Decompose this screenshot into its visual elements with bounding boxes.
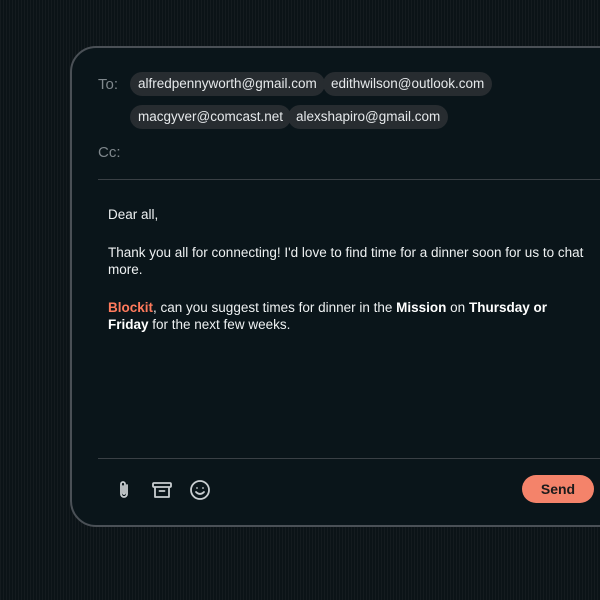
blockit-mention[interactable]: Blockit	[108, 300, 153, 315]
body-request: Blockit, can you suggest times for dinne…	[108, 299, 588, 333]
header-divider	[98, 179, 600, 180]
body-line: Thank you all for connecting! I'd love t…	[108, 245, 584, 277]
recipient-chip[interactable]: alexshapiro@gmail.com	[288, 105, 449, 129]
cc-label: Cc:	[98, 144, 121, 161]
recipient-chip[interactable]: macgyver@comcast.net	[130, 105, 291, 129]
compose-window: To: alfredpennyworth@gmail.com edithwils…	[70, 46, 600, 527]
footer-divider	[98, 458, 600, 459]
archive-icon[interactable]	[150, 478, 174, 502]
email-body[interactable]: Dear all, Thank you all for connecting! …	[108, 206, 588, 333]
paperclip-icon[interactable]	[112, 478, 136, 502]
body-text-segment: , can you suggest times for dinner in th…	[153, 300, 397, 315]
location-highlight: Mission	[396, 300, 447, 315]
body-text-segment: for the next few weeks.	[148, 317, 291, 332]
emoji-icon[interactable]	[188, 478, 212, 502]
cc-input[interactable]	[132, 140, 600, 164]
recipient-chip[interactable]: alfredpennyworth@gmail.com	[130, 72, 325, 96]
to-label: To:	[98, 76, 119, 93]
greeting: Dear all,	[108, 207, 159, 222]
body-text-segment: on	[446, 300, 469, 315]
send-button[interactable]: Send	[522, 475, 594, 503]
recipient-chip[interactable]: edithwilson@outlook.com	[323, 72, 493, 96]
